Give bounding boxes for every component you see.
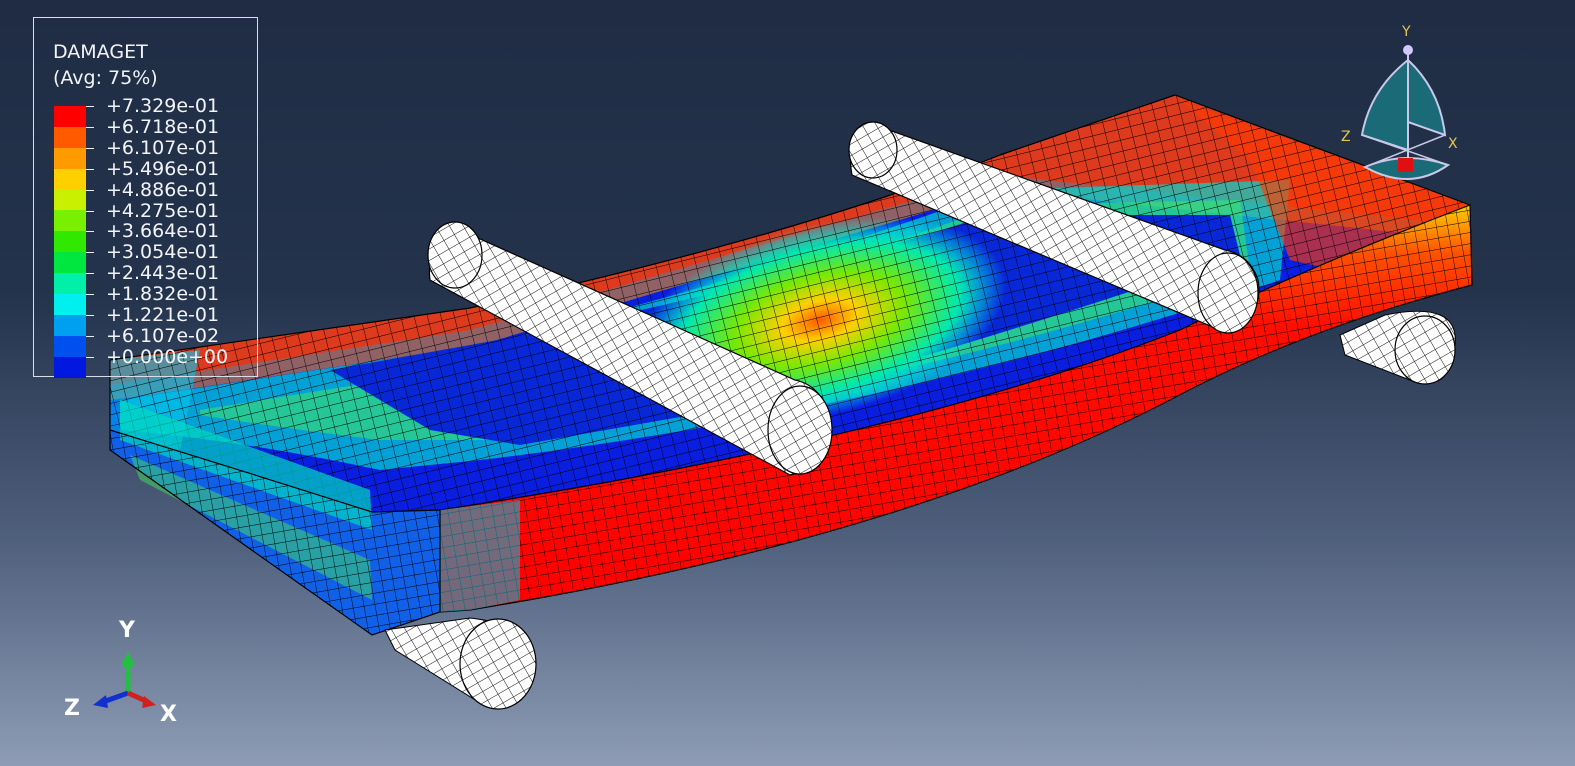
legend-band — [54, 252, 86, 274]
legend-tick — [86, 210, 94, 212]
legend-band — [54, 126, 86, 148]
triad-x-label: X — [160, 702, 177, 727]
triad-z-label: Z — [64, 696, 80, 721]
legend-tick — [86, 126, 94, 128]
legend-value-label: +1.221e-01 — [106, 304, 220, 326]
support-roller-back — [1339, 310, 1456, 385]
legend-title: DAMAGET — [53, 41, 148, 63]
legend-band — [54, 147, 86, 169]
legend-tick — [86, 315, 94, 316]
legend-tick — [86, 231, 94, 233]
legend-value-label: +4.886e-01 — [106, 178, 220, 201]
legend-value-label: +6.107e-02 — [106, 324, 220, 347]
legend-band — [54, 356, 86, 378]
legend-tick — [86, 273, 94, 275]
triad-y-label: Y — [119, 618, 135, 643]
legend-value-label: +6.107e-01 — [106, 136, 220, 159]
legend-band — [54, 210, 86, 232]
legend-subtitle: (Avg: 75%) — [53, 67, 158, 89]
legend-tick — [86, 106, 94, 107]
legend-tick — [86, 335, 94, 337]
legend-band — [54, 168, 86, 190]
legend-band — [54, 106, 86, 127]
legend-value-label: +1.832e-01 — [106, 283, 220, 306]
legend-tick — [86, 356, 94, 358]
axis-triad — [93, 652, 156, 708]
view-cube-x-label: X — [1448, 136, 1458, 152]
view-cube — [1360, 45, 1451, 180]
legend-value-label: +6.718e-01 — [106, 115, 220, 138]
legend-color-bands — [54, 106, 86, 378]
legend-band — [54, 231, 86, 253]
legend-tick — [86, 294, 94, 296]
legend-band — [54, 335, 86, 357]
contour-legend: DAMAGET (Avg: 75%) +7.329e-01 +6.718e-01 +… — [33, 17, 258, 378]
view-cube-y-label: Y — [1402, 24, 1411, 40]
legend-value-label: +0.000e+00 — [106, 345, 229, 368]
legend-band — [54, 294, 86, 315]
support-roller-front — [384, 617, 537, 710]
view-cube-z-label: Z — [1341, 129, 1351, 145]
legend-tick — [86, 168, 94, 170]
legend-value-label: +5.496e-01 — [106, 157, 220, 180]
legend-value-label: +7.329e-01 — [106, 95, 220, 117]
legend-band — [54, 189, 86, 211]
viewport[interactable]: DAMAGET (Avg: 75%) +7.329e-01 +6.718e-01 +… — [0, 0, 1575, 766]
legend-tick — [86, 147, 94, 149]
legend-value-label: +4.275e-01 — [106, 199, 220, 222]
legend-value-label: +2.443e-01 — [106, 262, 220, 285]
legend-band — [54, 273, 86, 295]
legend-value-label: +3.664e-01 — [106, 220, 220, 243]
legend-tick — [86, 252, 94, 254]
legend-band — [54, 314, 86, 336]
legend-value-label: +3.054e-01 — [106, 241, 220, 264]
legend-tick — [86, 189, 94, 191]
